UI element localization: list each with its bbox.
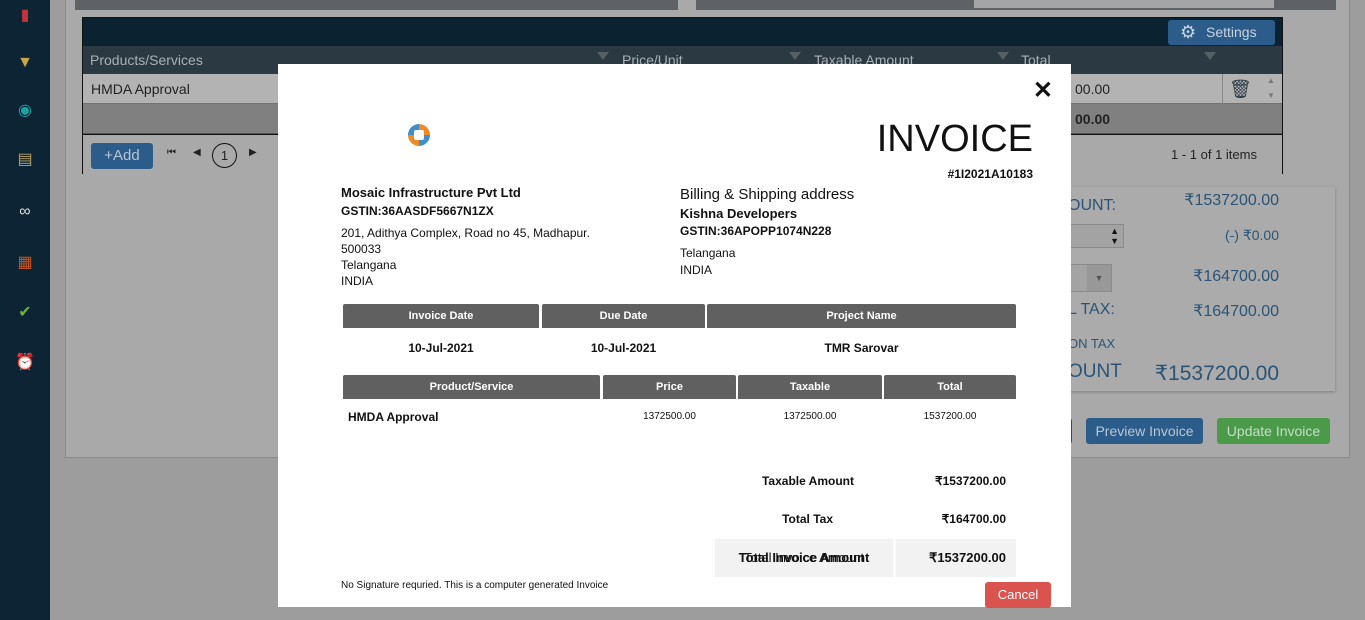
close-icon[interactable]: ✕: [1033, 76, 1053, 105]
footer-note: No Signature requried. This is a compute…: [341, 580, 609, 591]
filter-icon[interactable]: [1204, 52, 1216, 60]
clipboard-check-icon[interactable]: ▤: [15, 150, 35, 170]
target-icon[interactable]: ◉: [15, 101, 35, 121]
items-info: 1 - 1 of 1 items: [1171, 147, 1257, 162]
invoice-number: #1I2021A10183: [947, 167, 1033, 181]
total-cell: 00.00: [1075, 81, 1111, 97]
scroll-down-icon[interactable]: ▼: [1267, 91, 1275, 100]
filter-icon[interactable]: [997, 52, 1009, 60]
sidebar: ▮ ▼ ◉ ▤ ∞ ▦ ✔ ⏰: [0, 0, 50, 620]
cancel-button[interactable]: Cancel: [985, 582, 1051, 608]
settings-button[interactable]: ⚙ Settings: [1168, 20, 1275, 45]
summary-panel: OUNT: ₹1537200.00 ▲ ▼ (-) ₹0.00 ▼ ₹164700…: [1040, 187, 1335, 391]
next-page-icon[interactable]: ▶: [249, 147, 257, 158]
product-cell: HMDA Approval: [91, 81, 190, 97]
page-1-button[interactable]: 1: [212, 143, 237, 168]
binoculars-icon[interactable]: ∞: [15, 202, 35, 222]
check-circle-icon[interactable]: ✔: [15, 303, 35, 323]
alarm-clock-icon[interactable]: ⏰: [15, 353, 35, 373]
top-field-right[interactable]: [696, 0, 1336, 10]
filter-search-icon[interactable]: ▼: [15, 53, 35, 73]
prev-page-icon[interactable]: ◀: [193, 147, 201, 158]
update-invoice-button[interactable]: Update Invoice: [1217, 418, 1330, 444]
first-page-icon[interactable]: ⏮: [167, 147, 176, 158]
add-button[interactable]: +Add: [91, 143, 153, 169]
top-field-left[interactable]: [75, 0, 678, 10]
preview-invoice-button[interactable]: Preview Invoice: [1086, 418, 1203, 444]
tax-select[interactable]: ▼: [1070, 264, 1112, 292]
gear-icon: ⚙: [1180, 22, 1197, 42]
ledger-icon[interactable]: ▦: [15, 253, 35, 273]
filter-icon[interactable]: [597, 52, 609, 60]
grid-toolbar: ⚙ Settings: [83, 18, 1282, 46]
invoice-icon[interactable]: ▮: [15, 6, 35, 26]
scroll-up-icon[interactable]: ▲: [1267, 76, 1275, 85]
delete-icon[interactable]: 🗑: [1229, 79, 1252, 100]
discount-stepper[interactable]: ▲ ▼: [1070, 224, 1124, 248]
company-logo: [408, 124, 430, 146]
filter-icon[interactable]: [789, 52, 801, 60]
invoice-preview-modal: ✕ INVOICE #1I2021A10183 Mosaic Infrastru…: [278, 64, 1071, 608]
invoice-title: INVOICE: [876, 118, 1033, 160]
column-products[interactable]: Products/Services: [90, 52, 203, 68]
